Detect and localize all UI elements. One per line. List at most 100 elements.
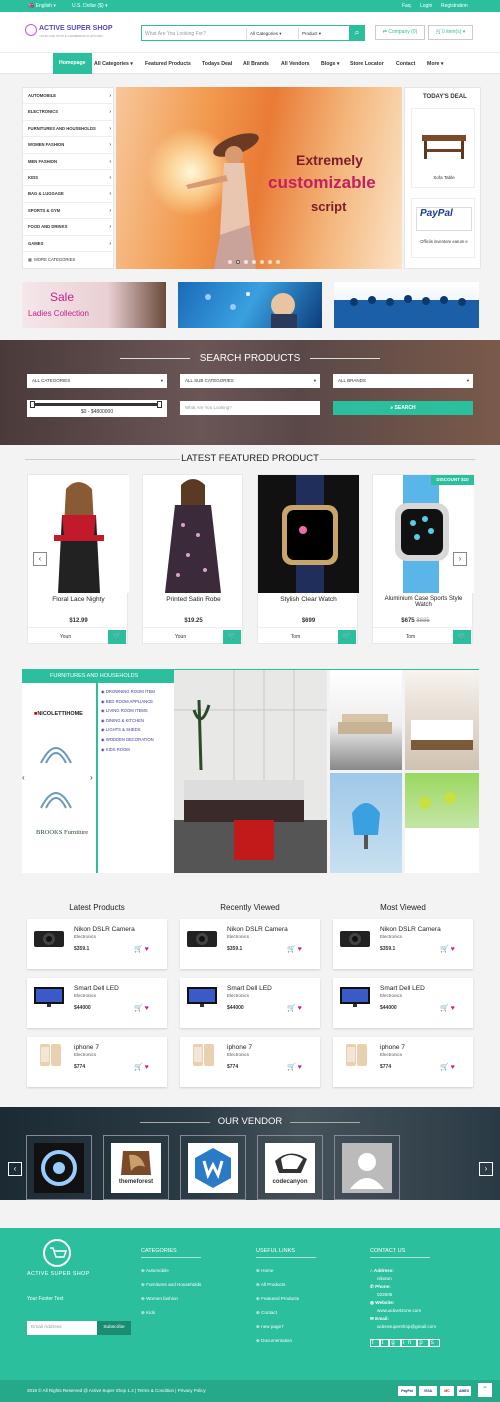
- bed-room-image[interactable]: [405, 670, 479, 770]
- product-card[interactable]: Stylish Clear Watch $699 Tom 🛒: [257, 474, 359, 644]
- category-item[interactable]: FURNITURES AND HOUSEHOLDS ›: [23, 121, 115, 138]
- hero-slider[interactable]: Extremely customizable script: [116, 87, 402, 269]
- chevron-right-icon[interactable]: ›: [90, 773, 93, 782]
- list-product-card[interactable]: iphone 7 Electronics $774 🛒 ♥: [27, 1037, 167, 1087]
- subcategory-link[interactable]: ◉ LIGHTS & SHEDS: [101, 725, 155, 735]
- email-link[interactable]: activesupershop@gmail.com: [377, 1324, 436, 1329]
- add-to-cart-button[interactable]: 🛒: [223, 630, 241, 644]
- scroll-top-button[interactable]: ⌃: [478, 1383, 492, 1397]
- website-link[interactable]: www.activetzone.com: [377, 1308, 421, 1313]
- category-item[interactable]: KIDS ›: [23, 170, 115, 187]
- product-card[interactable]: Printed Satin Robe $19.25 Youn 🛒: [142, 474, 244, 644]
- add-to-cart-button[interactable]: 🛒: [108, 630, 126, 644]
- site-logo[interactable]: ACTIVE SUPER SHOP YOUR ONE STOP E-COMMER…: [25, 20, 140, 44]
- list-product-name[interactable]: Nikon DSLR Camera: [227, 926, 288, 933]
- language-select[interactable]: 🇬🇧 English ▾: [28, 3, 56, 9]
- living-room-image[interactable]: [330, 670, 402, 770]
- vendor-prev-arrow[interactable]: ‹: [8, 1162, 22, 1176]
- list-product-card[interactable]: iphone 7 Electronics $774 🛒 ♥: [333, 1037, 473, 1087]
- keyword-input[interactable]: What Are You Looking?: [180, 401, 320, 415]
- nav-featured[interactable]: Featured Products: [145, 61, 191, 67]
- product-vendor[interactable]: Youn: [28, 634, 103, 640]
- category-item[interactable]: ELECTRONICS ›: [23, 104, 115, 121]
- list-product-card[interactable]: Nikon DSLR Camera Electronics $359.1 🛒 ♥: [180, 919, 320, 969]
- footer-link[interactable]: ⊕ Home: [256, 1268, 273, 1274]
- subscribe-button[interactable]: Subscribe: [97, 1321, 131, 1335]
- banner-ladies[interactable]: Sale Ladies Collection: [22, 282, 166, 328]
- footer-link[interactable]: ⊕ Contact: [256, 1310, 277, 1316]
- list-product-name[interactable]: Nikon DSLR Camera: [380, 926, 441, 933]
- category-item[interactable]: FOOD AND DRINKS ›: [23, 219, 115, 236]
- brand-filter-select[interactable]: ALL BRANDS ▾: [333, 374, 473, 388]
- vendor-card[interactable]: [180, 1135, 246, 1200]
- list-product-card[interactable]: Smart Dell LED Electronics $44000 🛒 ♥: [333, 978, 473, 1028]
- compare-button[interactable]: ⇄ Company (0): [375, 25, 425, 40]
- product-name[interactable]: Aluminium Case Sports Style Watch: [373, 596, 474, 608]
- banner-team[interactable]: [334, 282, 479, 328]
- chair-image[interactable]: [330, 773, 402, 873]
- list-product-card[interactable]: Nikon DSLR Camera Electronics $359.1 🛒 ♥: [333, 919, 473, 969]
- heart-icon[interactable]: ♥: [145, 1064, 149, 1071]
- category-item[interactable]: BAG & LUGGAGE ›: [23, 186, 115, 203]
- vendor-next-arrow[interactable]: ›: [479, 1162, 493, 1176]
- subcategory-link[interactable]: ◉ DROWNING ROOM ITEM: [101, 687, 155, 697]
- footer-category-link[interactable]: ⊕ Automobile: [141, 1268, 169, 1274]
- category-select[interactable]: All Categories ▾: [246, 28, 296, 39]
- list-product-name[interactable]: Smart Dell LED: [227, 985, 272, 992]
- nav-all-categories[interactable]: All Categories ▾: [94, 61, 133, 67]
- category-item[interactable]: SPORTS & GYM ›: [23, 203, 115, 220]
- list-product-card[interactable]: iphone 7 Electronics $774 🛒 ♥: [180, 1037, 320, 1087]
- footer-link[interactable]: ⊕ All Products: [256, 1282, 285, 1288]
- footer-link[interactable]: ⊕ Documentation: [256, 1338, 292, 1344]
- subcategory-link[interactable]: ◉ KIDS ROOM: [101, 745, 155, 755]
- product-name[interactable]: Stylish Clear Watch: [258, 596, 359, 603]
- featured-next-arrow[interactable]: ›: [453, 552, 467, 566]
- price-range-slider[interactable]: $0 - $4800000: [27, 400, 167, 417]
- category-filter-select[interactable]: ALL CATEGORIES ▾: [27, 374, 167, 388]
- cart-icon[interactable]: 🛒: [287, 1005, 296, 1012]
- subcategory-link[interactable]: ◉ WODDEN DECORATION: [101, 735, 155, 745]
- copyright-text[interactable]: 2016 © All Rights Reserved @ Active Supe…: [27, 1388, 206, 1393]
- chevron-left-icon[interactable]: ‹: [22, 773, 25, 782]
- nav-blogs[interactable]: Blogs ▾: [321, 61, 339, 67]
- kitchen-image[interactable]: [405, 773, 479, 873]
- list-product-name[interactable]: iphone 7: [227, 1044, 252, 1051]
- vendor-card[interactable]: themeforest: [103, 1135, 169, 1200]
- category-item[interactable]: AUTOMOBILE ›: [23, 88, 115, 105]
- search-products-button[interactable]: ⌕ SEARCH: [333, 401, 473, 415]
- cart-icon[interactable]: 🛒: [134, 946, 143, 953]
- subcategory-link[interactable]: ◉ LIVING ROOM ITEMS: [101, 706, 155, 716]
- list-product-card[interactable]: Smart Dell LED Electronics $44000 🛒 ♥: [27, 978, 167, 1028]
- email-input[interactable]: Email Address: [27, 1321, 97, 1335]
- footer-category-link[interactable]: ⊕ Furnitures and Households: [141, 1282, 201, 1288]
- nav-more[interactable]: More ▾: [427, 61, 443, 67]
- cart-icon[interactable]: 🛒: [134, 1064, 143, 1071]
- heart-icon[interactable]: ♥: [451, 1005, 455, 1012]
- registration-link[interactable]: Registration: [441, 3, 468, 9]
- search-button[interactable]: ⌕: [349, 25, 365, 41]
- list-product-card[interactable]: Smart Dell LED Electronics $44000 🛒 ♥: [180, 978, 320, 1028]
- bedroom-main-image[interactable]: [174, 670, 327, 873]
- heart-icon[interactable]: ♥: [298, 1064, 302, 1071]
- product-vendor[interactable]: Tom: [258, 634, 333, 640]
- cart-icon[interactable]: 🛒: [440, 1064, 449, 1071]
- more-categories-link[interactable]: ▦ MORE CATEGORIES: [23, 252, 115, 268]
- cart-icon[interactable]: 🛒: [287, 946, 296, 953]
- heart-icon[interactable]: ♥: [145, 1005, 149, 1012]
- featured-prev-arrow[interactable]: ‹: [33, 552, 47, 566]
- nav-store-locator[interactable]: Store Locator: [350, 61, 384, 67]
- nav-todays-deal[interactable]: Todays Deal: [202, 61, 232, 67]
- heart-icon[interactable]: ♥: [451, 946, 455, 953]
- product-name[interactable]: Printed Satin Robe: [143, 596, 244, 603]
- heart-icon[interactable]: ♥: [145, 946, 149, 953]
- cart-icon[interactable]: 🛒: [287, 1064, 296, 1071]
- heart-icon[interactable]: ♥: [298, 946, 302, 953]
- vendor-card[interactable]: codecanyon: [257, 1135, 323, 1200]
- nav-vendors[interactable]: All Vendors: [281, 61, 310, 67]
- cart-icon[interactable]: 🛒: [440, 1005, 449, 1012]
- list-product-name[interactable]: Nikon DSLR Camera: [74, 926, 135, 933]
- slider-dots[interactable]: [228, 260, 284, 266]
- footer-category-link[interactable]: ⊕ Women fashion: [141, 1296, 178, 1302]
- cart-icon[interactable]: 🛒: [134, 1005, 143, 1012]
- list-product-name[interactable]: iphone 7: [380, 1044, 405, 1051]
